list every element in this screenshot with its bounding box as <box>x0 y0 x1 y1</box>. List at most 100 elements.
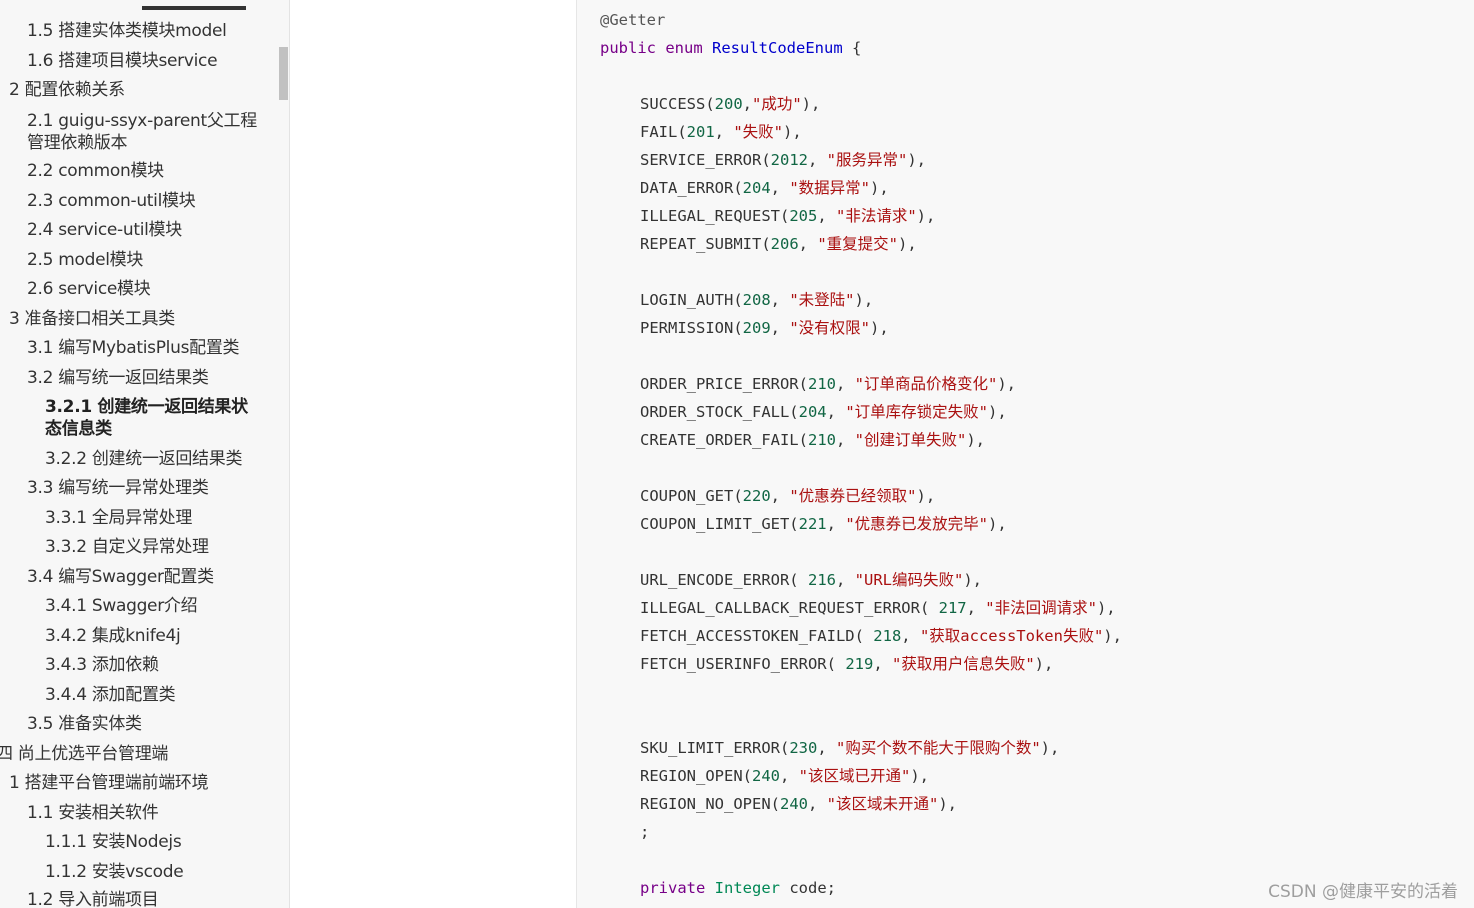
toc-item-3-3-2[interactable]: 3.3.2 自定义异常处理 <box>45 536 209 558</box>
toc-item-3-4-2[interactable]: 3.4.2 集成knife4j <box>45 625 181 647</box>
line-end: ), <box>870 319 889 337</box>
toc-item-1-5[interactable]: 1.5 搭建实体类模块model <box>27 20 227 42</box>
toc-item-2-1[interactable]: 2.1 guigu-ssyx-parent父工程管理依赖版本 <box>27 110 257 154</box>
enum-entry-line: FETCH_USERINFO_ERROR( 219, "获取用户信息失败"), <box>640 654 1053 674</box>
enum-message-string: "优惠券已发放完毕" <box>845 515 988 533</box>
toc-item-2-4[interactable]: 2.4 service-util模块 <box>27 219 182 241</box>
enum-entry-line: COUPON_GET(220, "优惠券已经领取"), <box>640 486 935 506</box>
code-block: @Getter public enum ResultCodeEnum { SUC… <box>577 0 1474 908</box>
toc-item-3-4-4[interactable]: 3.4.4 添加配置类 <box>45 684 176 706</box>
enum-constant-name: COUPON_GET( <box>640 487 743 505</box>
toc-item-4-1-1-2[interactable]: 1.1.2 安装vscode <box>45 861 184 883</box>
toc-item-part-4[interactable]: 四 尚上优选平台管理端 <box>0 743 168 765</box>
enum-code-number: 208 <box>742 291 771 309</box>
separator: , <box>807 795 827 813</box>
toc-item-3-4[interactable]: 3.4 编写Swagger配置类 <box>27 566 214 588</box>
enum-code-number: 204 <box>742 179 771 197</box>
toc-scrollbar-thumb[interactable] <box>279 47 288 100</box>
enum-code-number: 218 <box>873 627 902 645</box>
line-end: ), <box>910 767 929 785</box>
separator: , <box>742 95 752 113</box>
toc-item-3-3-1[interactable]: 3.3.1 全局异常处理 <box>45 507 192 529</box>
semicolon: ; <box>640 823 650 841</box>
enum-constant-name: REGION_OPEN( <box>640 767 752 785</box>
enum-code-number: 200 <box>714 95 743 113</box>
separator: , <box>817 739 836 757</box>
separator: , <box>770 487 790 505</box>
csdn-watermark: CSDN @健康平安的活着 <box>1268 882 1458 902</box>
toc-item-3-2-2[interactable]: 3.2.2 创建统一返回结果类 <box>45 448 242 470</box>
toc-item-3-2-1-active[interactable]: 3.2.1 创建统一返回结果状态信息类 <box>45 396 260 440</box>
enum-code-number: 210 <box>807 431 836 449</box>
enum-code-number: 210 <box>807 375 836 393</box>
enum-entry-line: ILLEGAL_REQUEST(205, "非法请求"), <box>640 206 935 226</box>
toc-item-4-1[interactable]: 1 搭建平台管理端前端环境 <box>9 772 209 794</box>
enum-message-string: "优惠券已经领取" <box>789 487 917 505</box>
toc-item-2-2[interactable]: 2.2 common模块 <box>27 160 164 182</box>
enum-entry-line: REPEAT_SUBMIT(206, "重复提交"), <box>640 234 917 254</box>
line-end: ), <box>1040 739 1060 757</box>
separator: , <box>966 599 986 617</box>
enum-entry-line: REGION_OPEN(240, "该区域已开通"), <box>640 766 929 786</box>
toc-item-3-2[interactable]: 3.2 编写统一返回结果类 <box>27 367 209 389</box>
toc-item-4-1-2[interactable]: 1.2 导入前端项目 <box>27 889 159 908</box>
enum-entry-line: ORDER_STOCK_FALL(204, "订单库存锁定失败"), <box>640 402 1007 422</box>
enum-code-number: 209 <box>742 319 771 337</box>
keyword-enum: enum <box>665 39 703 57</box>
separator: , <box>901 627 920 645</box>
toc-item-2-3[interactable]: 2.3 common-util模块 <box>27 190 196 212</box>
enum-message-string: "创建订单失败" <box>854 431 967 449</box>
enum-constant-name: REGION_NO_OPEN( <box>640 795 780 813</box>
enum-entry-line: LOGIN_AUTH(208, "未登陆"), <box>640 290 873 310</box>
line-end: ), <box>966 431 985 449</box>
enum-code-number: 206 <box>770 235 799 253</box>
enum-entry-line: COUPON_LIMIT_GET(221, "优惠券已发放完毕"), <box>640 514 1007 534</box>
toc-item-4-1-1-1[interactable]: 1.1.1 安装Nodejs <box>45 831 182 853</box>
enum-constant-name: COUPON_LIMIT_GET( <box>640 515 799 533</box>
toc-item-3-3[interactable]: 3.3 编写统一异常处理类 <box>27 477 209 499</box>
line-end: ), <box>963 571 982 589</box>
enum-entry-line: ORDER_PRICE_ERROR(210, "订单商品价格变化"), <box>640 374 1016 394</box>
enum-message-string: "获取用户信息失败" <box>891 655 1035 673</box>
line-end: ), <box>987 515 1007 533</box>
line-end: ), <box>854 291 874 309</box>
toc-item-3[interactable]: 3 准备接口相关工具类 <box>9 308 175 330</box>
enum-code-number: 230 <box>789 739 818 757</box>
enum-message-string: "订单库存锁定失败" <box>845 403 988 421</box>
toc-top-marker <box>142 6 246 10</box>
separator: , <box>817 207 836 225</box>
enum-constant-name: SUCCESS( <box>640 95 715 113</box>
line-end: ), <box>916 207 936 225</box>
separator: , <box>770 319 790 337</box>
enum-message-string: "订单商品价格变化" <box>854 375 998 393</box>
enum-entry-line: ILLEGAL_CALLBACK_REQUEST_ERROR( 217, "非法… <box>640 598 1116 618</box>
toc-item-3-5[interactable]: 3.5 准备实体类 <box>27 713 142 735</box>
enum-entry-line: PERMISSION(209, "没有权限"), <box>640 318 889 338</box>
enum-message-string: "服务异常" <box>826 151 908 169</box>
toc-sidebar: 1.5 搭建实体类模块model 1.6 搭建项目模块service 2 配置依… <box>0 0 290 908</box>
separator: , <box>779 767 799 785</box>
enum-code-number: 216 <box>807 571 836 589</box>
code-line-annotation: @Getter <box>600 10 665 30</box>
toc-item-2[interactable]: 2 配置依赖关系 <box>9 79 125 101</box>
enum-code-number: 205 <box>789 207 818 225</box>
enum-constant-name: ORDER_PRICE_ERROR( <box>640 375 808 393</box>
enum-entry-line: SERVICE_ERROR(2012, "服务异常"), <box>640 150 926 170</box>
toc-item-3-4-3[interactable]: 3.4.3 添加依赖 <box>45 654 159 676</box>
toc-item-3-4-1[interactable]: 3.4.1 Swagger介绍 <box>45 595 198 617</box>
separator: , <box>770 179 790 197</box>
toc-item-2-6[interactable]: 2.6 service模块 <box>27 278 151 300</box>
toc-item-3-1[interactable]: 3.1 编写MybatisPlus配置类 <box>27 337 240 359</box>
separator: , <box>798 235 818 253</box>
line-end: ), <box>938 795 957 813</box>
enum-message-string: "该区域未开通" <box>826 795 939 813</box>
enum-code-number: 219 <box>845 655 874 673</box>
toc-item-4-1-1[interactable]: 1.1 安装相关软件 <box>27 802 159 824</box>
enum-constant-name: SERVICE_ERROR( <box>640 151 771 169</box>
toc-item-2-5[interactable]: 2.5 model模块 <box>27 249 143 271</box>
toc-item-1-6[interactable]: 1.6 搭建项目模块service <box>27 50 218 72</box>
enum-constant-name: ILLEGAL_CALLBACK_REQUEST_ERROR( <box>640 599 939 617</box>
line-end: ), <box>1096 599 1116 617</box>
separator: , <box>835 571 855 589</box>
line-end: ), <box>916 487 936 505</box>
